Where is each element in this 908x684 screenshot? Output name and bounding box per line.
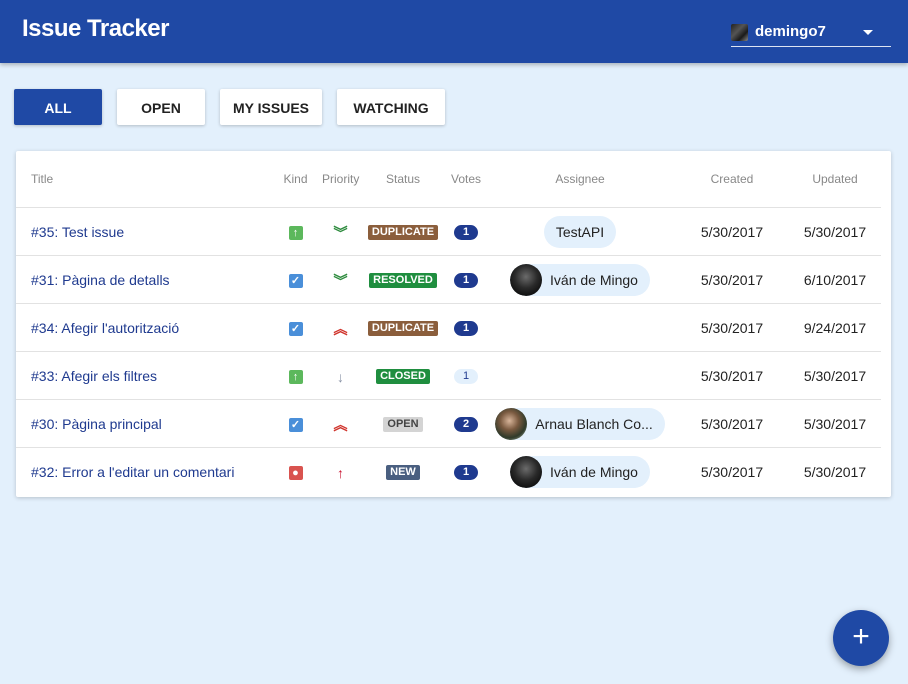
votes-badge: 1	[454, 320, 478, 336]
issues-table: Title Kind Priority Status Votes Assigne…	[16, 151, 881, 495]
issues-card: Title Kind Priority Status Votes Assigne…	[16, 151, 891, 497]
status-badge: DUPLICATE	[367, 320, 439, 336]
kind-task-icon: ✓	[288, 273, 303, 288]
assignee-empty	[485, 303, 675, 352]
issue-title-link[interactable]: #32: Error a l'editar un comentari	[31, 464, 234, 480]
created-date: 5/30/2017	[675, 399, 789, 448]
status-badge: DUPLICATE	[367, 224, 439, 240]
filter-my-issues-button[interactable]: MY ISSUES	[220, 89, 322, 125]
assignee-empty	[485, 351, 675, 400]
column-header-title[interactable]: Title	[16, 151, 269, 208]
assignee-chip[interactable]: TestAPI	[543, 215, 617, 248]
votes-badge: 1	[454, 464, 478, 480]
avatar	[510, 263, 543, 296]
app-title: Issue Tracker	[22, 15, 169, 42]
filter-watching-button[interactable]: WATCHING	[337, 89, 445, 125]
created-date: 5/30/2017	[675, 207, 789, 256]
kind-task-icon: ✓	[288, 321, 303, 336]
user-avatar	[731, 24, 748, 41]
filter-open-button[interactable]: OPEN	[117, 89, 205, 125]
column-header-assignee[interactable]: Assignee	[485, 151, 675, 208]
caret-down-icon	[863, 30, 873, 35]
issue-title-link[interactable]: #35: Test issue	[31, 224, 124, 240]
updated-date: 6/10/2017	[789, 255, 881, 304]
column-header-updated[interactable]: Updated	[789, 151, 881, 208]
updated-date: 5/30/2017	[789, 351, 881, 400]
avatar	[510, 455, 543, 488]
updated-date: 9/24/2017	[789, 303, 881, 352]
status-badge: OPEN	[383, 416, 423, 432]
table-row[interactable]: #35: Test issue ↑ ︾ DUPLICATE 1 TestAPI …	[16, 207, 881, 256]
column-header-status[interactable]: Status	[359, 151, 447, 208]
app-bar: Issue Tracker demingo7	[0, 0, 908, 63]
votes-badge: 2	[454, 416, 478, 432]
priority-blocker-icon: ↑	[337, 464, 344, 481]
assignee-chip[interactable]: Iván de Mingo	[510, 455, 650, 488]
created-date: 5/30/2017	[700, 463, 764, 480]
assignee-name: Arnau Blanch Co...	[535, 415, 653, 432]
priority-trivial-icon: ↓	[337, 368, 344, 385]
user-name: demingo7	[755, 23, 826, 40]
created-date: 5/30/2017	[675, 255, 789, 304]
votes-badge: 1	[454, 368, 478, 384]
table-row[interactable]: #33: Afegir els filtres ↑ ↓ CLOSED 1 5/3…	[16, 351, 881, 400]
issue-title-link[interactable]: #34: Afegir l'autorització	[31, 320, 179, 336]
issue-title-link[interactable]: #33: Afegir els filtres	[31, 368, 157, 384]
plus-icon: +	[852, 620, 870, 653]
assignee-chip[interactable]: Arnau Blanch Co...	[495, 407, 665, 440]
assignee-name: Iván de Mingo	[550, 463, 638, 480]
priority-major-icon: ︽	[333, 320, 348, 337]
kind-task-icon: ✓	[288, 417, 303, 432]
priority-minor-icon: ︾	[333, 224, 348, 241]
issue-title-link[interactable]: #31: Pàgina de detalls	[31, 272, 170, 288]
votes-badge: 1	[454, 272, 478, 288]
updated-date: 5/30/2017	[789, 399, 881, 448]
add-issue-button[interactable]: +	[833, 610, 889, 666]
updated-date: 5/30/2017	[789, 207, 881, 256]
column-header-priority[interactable]: Priority	[322, 151, 359, 208]
created-date: 5/30/2017	[675, 303, 789, 352]
column-header-kind[interactable]: Kind	[269, 151, 322, 208]
created-date: 5/30/2017	[675, 351, 789, 400]
status-badge: CLOSED	[376, 368, 430, 384]
updated-date: 5/30/2017	[803, 463, 867, 480]
column-header-votes[interactable]: Votes	[447, 151, 485, 208]
avatar	[495, 407, 528, 440]
table-row[interactable]: #34: Afegir l'autorització ✓ ︽ DUPLICATE…	[16, 303, 881, 352]
priority-major-icon: ︽	[333, 416, 348, 433]
priority-minor-icon: ︾	[333, 272, 348, 289]
user-menu-select[interactable]: demingo7	[731, 20, 891, 47]
table-row[interactable]: #31: Pàgina de detalls ✓ ︾ RESOLVED 1 Iv…	[16, 255, 881, 304]
votes-badge: 1	[454, 224, 478, 240]
assignee-chip[interactable]: Iván de Mingo	[510, 263, 650, 296]
column-header-created[interactable]: Created	[675, 151, 789, 208]
table-row[interactable]: #30: Pàgina principal ✓ ︽ OPEN 2 Arnau B…	[16, 399, 881, 448]
kind-bug-icon: ●	[288, 465, 303, 480]
kind-improvement-icon: ↑	[288, 369, 303, 384]
kind-improvement-icon: ↑	[288, 225, 303, 240]
filter-all-button[interactable]: ALL	[14, 89, 102, 125]
table-row[interactable]: #32: Error a l'editar un comentari ● ↑ N…	[16, 448, 881, 496]
status-badge: NEW	[386, 464, 420, 480]
table-header-row: Title Kind Priority Status Votes Assigne…	[16, 151, 881, 208]
assignee-name: Iván de Mingo	[550, 271, 638, 288]
status-badge: RESOLVED	[369, 272, 437, 288]
issue-title-link[interactable]: #30: Pàgina principal	[31, 416, 162, 432]
